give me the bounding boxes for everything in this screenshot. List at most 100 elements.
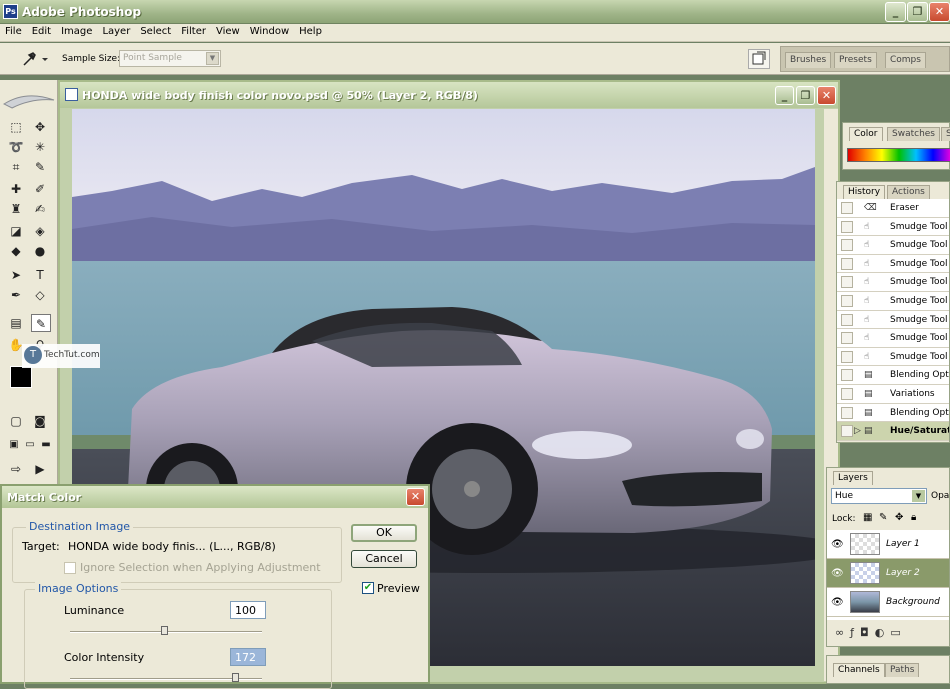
eraser-tool-icon[interactable]: ◪ xyxy=(6,222,26,240)
doc-minimize-button[interactable]: _ xyxy=(775,86,794,105)
slice-tool-icon[interactable]: ✎ xyxy=(30,158,50,176)
snapshot-checkbox[interactable] xyxy=(841,276,853,289)
doc-close-button[interactable]: ✕ xyxy=(817,86,836,105)
ok-button[interactable]: OK xyxy=(351,524,417,542)
shape-tool-icon[interactable]: ◇ xyxy=(30,286,50,304)
lasso-tool-icon[interactable]: ➰ xyxy=(6,138,26,156)
standard-mode-icon[interactable]: ▢ xyxy=(6,412,26,430)
history-item[interactable]: ☝ Smudge Tool xyxy=(837,255,949,274)
blend-mode-select[interactable]: Hue ▼ xyxy=(831,488,927,504)
snapshot-checkbox[interactable] xyxy=(841,369,853,382)
tab-color[interactable]: Color xyxy=(849,127,883,141)
history-item[interactable]: ☝ Smudge Tool xyxy=(837,311,949,330)
snapshot-checkbox[interactable] xyxy=(841,425,853,438)
eyedropper-tool-icon[interactable]: ✎ xyxy=(31,314,51,332)
menu-window[interactable]: Window xyxy=(245,24,294,39)
menu-layer[interactable]: Layer xyxy=(97,24,135,39)
snapshot-checkbox[interactable] xyxy=(841,257,853,270)
lock-transparency-icon[interactable]: ▦ xyxy=(863,512,872,523)
snapshot-checkbox[interactable] xyxy=(841,202,853,214)
snapshot-checkbox[interactable] xyxy=(841,313,853,326)
pen-tool-icon[interactable]: ✒ xyxy=(6,286,26,304)
layer-row[interactable]: 👁︎ Layer 1 xyxy=(827,530,949,559)
menu-image[interactable]: Image xyxy=(56,24,97,39)
history-brush-icon[interactable]: ✍ xyxy=(30,200,50,218)
clone-stamp-icon[interactable]: ♜ xyxy=(6,200,26,218)
sample-size-select[interactable]: Point Sample ▼ xyxy=(119,50,221,67)
menu-filter[interactable]: Filter xyxy=(176,24,211,39)
doc-restore-button[interactable]: ❐ xyxy=(796,86,815,105)
dialog-close-button[interactable]: ✕ xyxy=(406,488,425,506)
eye-icon[interactable]: 👁︎ xyxy=(831,539,844,550)
menu-help[interactable]: Help xyxy=(294,24,327,39)
marquee-tool-icon[interactable]: ⬚ xyxy=(6,118,26,136)
lock-image-icon[interactable]: ✎ xyxy=(879,512,887,523)
tab-history[interactable]: History xyxy=(843,185,886,199)
color-intensity-input[interactable]: 172 xyxy=(230,648,266,666)
new-group-icon[interactable]: ▭ xyxy=(890,626,906,639)
cancel-button[interactable]: Cancel xyxy=(351,550,417,568)
file-browser-button[interactable] xyxy=(748,49,770,69)
history-item[interactable]: ▤ Blending Optio xyxy=(837,366,949,385)
history-item[interactable]: ☝ Smudge Tool xyxy=(837,329,949,348)
close-button[interactable]: ✕ xyxy=(929,2,950,22)
preview-checkbox[interactable]: ✔ xyxy=(362,582,374,594)
jump-to-imageready-icon[interactable]: ⇨ xyxy=(6,460,26,478)
well-tab-presets[interactable]: Presets xyxy=(834,52,877,68)
history-item[interactable]: ☝ Smudge Tool xyxy=(837,236,949,255)
magic-wand-icon[interactable]: ✳ xyxy=(30,138,50,156)
snapshot-checkbox[interactable] xyxy=(841,295,853,307)
blur-tool-icon[interactable]: ◆ xyxy=(6,242,26,260)
imageready-icon[interactable]: ▶ xyxy=(30,460,50,478)
dodge-tool-icon[interactable]: ● xyxy=(30,242,50,260)
quick-mask-icon[interactable]: ◙ xyxy=(30,412,50,430)
foreground-color-swatch[interactable] xyxy=(10,366,32,388)
tab-styles[interactable]: S xyxy=(941,127,950,141)
layer-row[interactable]: 👁︎ Background xyxy=(827,588,949,617)
eye-icon[interactable]: 👁︎ xyxy=(831,568,844,579)
snapshot-checkbox[interactable] xyxy=(841,406,853,419)
history-item[interactable]: ▤ Blending Optio xyxy=(837,404,949,423)
snapshot-checkbox[interactable] xyxy=(841,350,853,363)
notes-tool-icon[interactable]: ▤ xyxy=(6,314,26,332)
layer-row-selected[interactable]: 👁︎ Layer 2 xyxy=(827,559,949,588)
history-item[interactable]: ☝ Smudge Tool xyxy=(837,292,949,311)
tab-swatches[interactable]: Swatches xyxy=(887,127,940,141)
menu-select[interactable]: Select xyxy=(135,24,176,39)
history-item[interactable]: ☝ Smudge Tool xyxy=(837,218,949,237)
move-tool-icon[interactable]: ✥ xyxy=(30,118,50,136)
snapshot-checkbox[interactable] xyxy=(841,220,853,233)
luminance-input[interactable]: 100 xyxy=(230,601,266,619)
eye-icon[interactable]: 👁︎ xyxy=(831,597,844,608)
lock-position-icon[interactable]: ✥ xyxy=(895,512,903,523)
tab-actions[interactable]: Actions xyxy=(887,185,930,199)
restore-button[interactable]: ❐ xyxy=(907,2,928,22)
screen-mode-full-icon[interactable]: ▬ xyxy=(36,436,56,454)
snapshot-checkbox[interactable] xyxy=(841,239,853,252)
layer-style-icon[interactable]: ƒ xyxy=(850,626,860,639)
tab-paths[interactable]: Paths xyxy=(885,663,920,677)
history-item[interactable]: ☝ Smudge Tool xyxy=(837,273,949,292)
tool-preset-picker[interactable] xyxy=(18,49,52,69)
paint-bucket-icon[interactable]: ◈ xyxy=(30,222,50,240)
link-layers-icon[interactable]: ∞ xyxy=(835,626,850,639)
menu-file[interactable]: File xyxy=(0,24,27,39)
luminance-slider-thumb[interactable] xyxy=(161,626,168,635)
path-selection-icon[interactable]: ➤ xyxy=(6,266,26,284)
tab-layers[interactable]: Layers xyxy=(833,471,873,485)
menu-edit[interactable]: Edit xyxy=(27,24,56,39)
brush-tool-icon[interactable]: ✐ xyxy=(30,180,50,198)
minimize-button[interactable]: _ xyxy=(885,2,906,22)
history-item[interactable]: ☝ Smudge Tool xyxy=(837,348,949,367)
color-spectrum-ramp[interactable] xyxy=(847,148,950,162)
history-item[interactable]: ⌫ Eraser xyxy=(837,199,949,218)
crop-tool-icon[interactable]: ⌗ xyxy=(6,158,26,176)
history-item-selected[interactable]: ▷▤Hue/Saturatio xyxy=(837,422,949,441)
well-tab-comps[interactable]: Comps xyxy=(885,52,926,68)
menu-view[interactable]: View xyxy=(211,24,245,39)
snapshot-checkbox[interactable] xyxy=(841,332,853,345)
layer-mask-icon[interactable]: ◘ xyxy=(860,626,875,639)
ignore-selection-checkbox[interactable] xyxy=(64,562,76,574)
history-item[interactable]: ▤ Variations xyxy=(837,385,949,404)
tab-channels[interactable]: Channels xyxy=(833,663,885,677)
